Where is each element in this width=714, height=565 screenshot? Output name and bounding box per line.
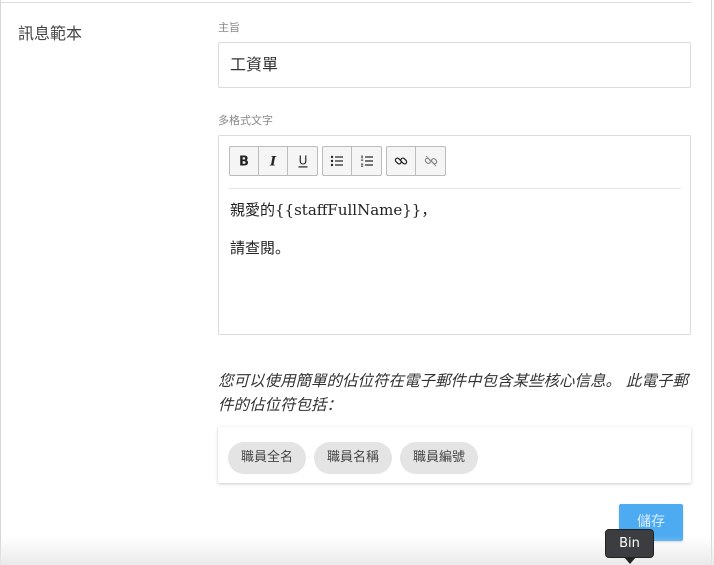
rich-text-editor[interactable]: B I U 親愛的{{staffFullName}}， 請查閱。 xyxy=(218,135,691,335)
bold-icon: B xyxy=(239,155,249,169)
section-label: 訊息範本 xyxy=(18,24,83,43)
editor-paragraph: 親愛的{{staffFullName}}， xyxy=(230,201,437,219)
numbered-list-button[interactable] xyxy=(352,147,381,175)
svg-text:U: U xyxy=(298,154,307,168)
bold-button[interactable]: B xyxy=(230,147,259,175)
tooltip-arrow xyxy=(624,557,636,564)
editor-paragraph: 請查閱。 xyxy=(230,239,291,257)
underline-icon: U xyxy=(298,154,307,168)
numbered-list-icon xyxy=(360,155,373,167)
svg-text:I: I xyxy=(269,155,277,169)
bin-tooltip: Bin xyxy=(605,529,654,558)
placeholder-chip-list: 職員全名 職員名稱 職員編號 xyxy=(218,427,691,483)
underline-button[interactable]: U xyxy=(288,147,317,175)
editor-content[interactable]: 親愛的{{staffFullName}}， 請查閱。 xyxy=(230,198,679,274)
subject-input[interactable]: 工資單 xyxy=(218,42,691,88)
subject-label: 主旨 xyxy=(218,21,240,34)
svg-text:B: B xyxy=(239,155,249,169)
bullet-list-button[interactable] xyxy=(323,147,352,175)
editor-divider xyxy=(229,188,681,189)
richtext-label: 多格式文字 xyxy=(218,114,273,127)
placeholder-chip-staff-id[interactable]: 職員編號 xyxy=(400,442,479,474)
message-template-panel: 訊息範本 主旨 工資單 多格式文字 B I U 親愛的{{staffFullNa… xyxy=(0,0,712,565)
italic-button[interactable]: I xyxy=(259,147,288,175)
unlink-icon xyxy=(424,155,437,167)
link-button-group xyxy=(386,146,446,176)
italic-icon: I xyxy=(269,155,277,169)
placeholder-chip-staff-name[interactable]: 職員名稱 xyxy=(314,442,393,474)
unlink-button[interactable] xyxy=(416,147,445,175)
link-button[interactable] xyxy=(387,147,416,175)
format-button-group: B I U xyxy=(229,146,318,176)
link-icon xyxy=(394,157,408,165)
placeholder-hint: 您可以使用簡單的佔位符在電子郵件中包含某些核心信息。 此電子郵件的佔位符包括： xyxy=(218,372,688,414)
bullet-list-icon xyxy=(330,155,343,167)
list-button-group xyxy=(322,146,382,176)
top-divider xyxy=(1,2,691,3)
placeholder-chip-staff-full-name[interactable]: 職員全名 xyxy=(228,442,307,474)
